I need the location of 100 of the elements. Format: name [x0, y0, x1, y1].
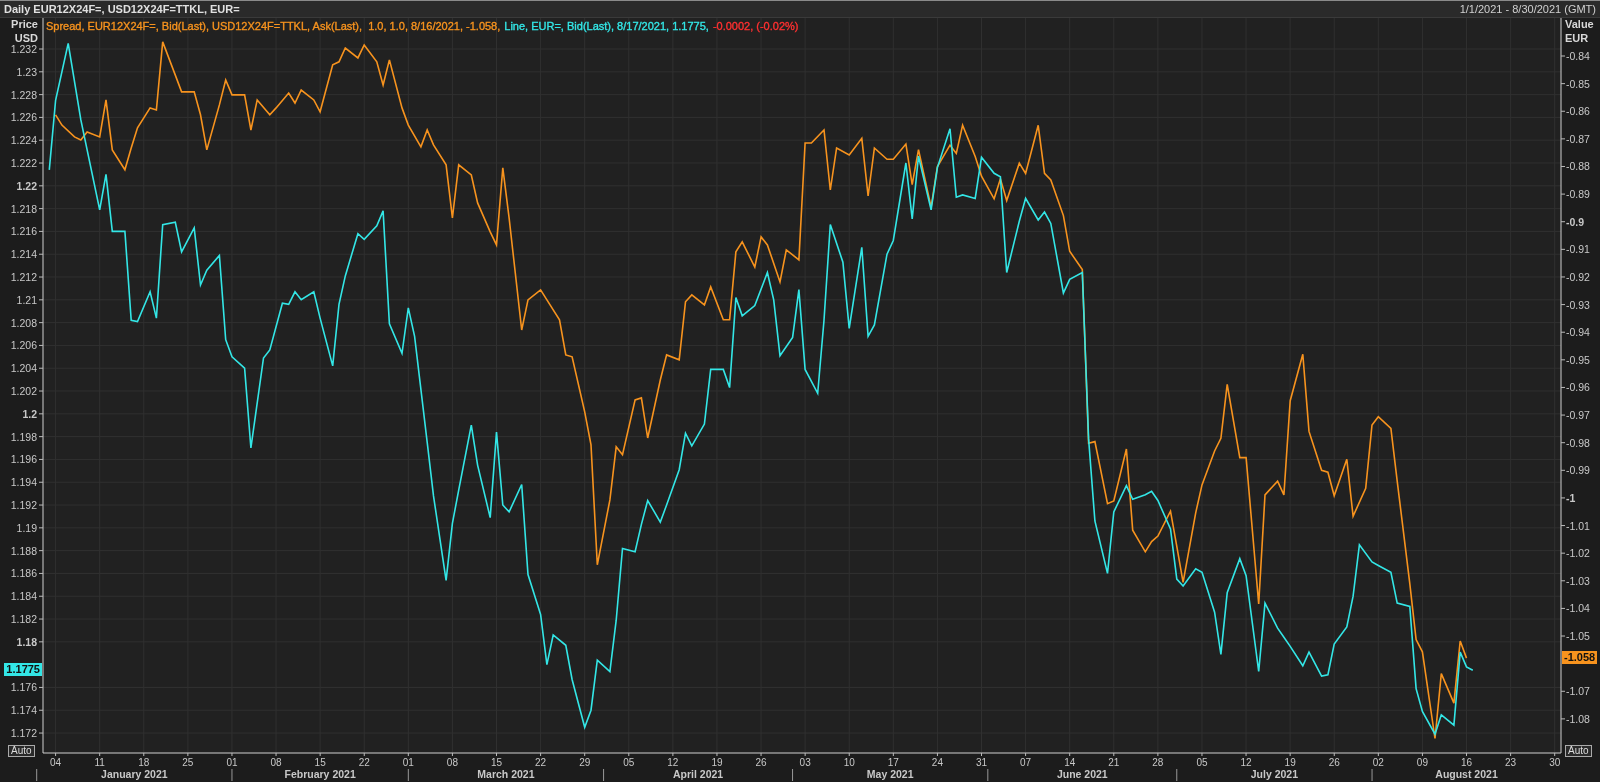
axis-label: 02 — [1372, 757, 1384, 768]
axis-title: Value EUR — [1565, 18, 1594, 44]
axis-label: 08 — [446, 757, 458, 768]
axis-label: 1.202 — [10, 385, 37, 398]
axis-label: 1.198 — [10, 430, 37, 443]
axis-label: 1.196 — [10, 453, 37, 466]
axis-label: 17 — [887, 757, 899, 768]
axis-label: -0.99 — [1566, 464, 1590, 477]
axis-label: 11 — [94, 757, 105, 768]
axis-label: -1.05 — [1566, 630, 1590, 643]
axis-label: 23 — [1505, 757, 1517, 768]
legend-item: Line, EUR=, Bid(Last), 8/17/2021, 1.1775, — [504, 20, 709, 32]
current-value-badge: 1.1775 — [4, 663, 42, 677]
axis-label: -0.92 — [1566, 270, 1590, 283]
axis-label: -0.95 — [1566, 353, 1590, 366]
axis-label: August 2021 — [1435, 768, 1498, 780]
axis-label: 1.212 — [10, 271, 37, 283]
axis-label: 1.21 — [16, 293, 37, 306]
legend-item: -0.0002, (-0.02%) — [712, 20, 799, 32]
auto-scale-button[interactable]: Auto — [8, 745, 35, 757]
axis-label: -0.91 — [1566, 243, 1590, 256]
axis-label: -1.03 — [1566, 574, 1590, 587]
axis-label: -0.9 — [1566, 215, 1585, 228]
axis-label: 1.2 — [22, 407, 37, 420]
axis-label: April 2021 — [672, 768, 724, 780]
axis-label: 07 — [1020, 757, 1032, 768]
date-range: 1/1/2021 - 8/30/2021 (GMT) — [1459, 3, 1596, 15]
axis-label: -1.07 — [1566, 685, 1590, 698]
axis-label: -0.86 — [1566, 105, 1590, 118]
axis-label: -0.98 — [1566, 436, 1590, 449]
axis-label: -1 — [1566, 491, 1576, 504]
axis-label: 15 — [490, 757, 503, 768]
axis-label: June 2021 — [1056, 768, 1108, 780]
axis-label: 24 — [931, 757, 943, 768]
axis-label: 31 — [975, 757, 988, 768]
axis-label: -1.01 — [1566, 519, 1590, 532]
axis-label: -0.84 — [1566, 50, 1590, 62]
axis-label: 29 — [579, 757, 591, 768]
axis-label: 09 — [1416, 757, 1428, 768]
axis-label: 1.174 — [10, 704, 37, 717]
axis-label: July 2021 — [1250, 768, 1299, 780]
axis-label: -0.96 — [1566, 381, 1590, 394]
axis-label: 04 — [50, 757, 62, 768]
auto-scale-button[interactable]: Auto — [1565, 745, 1592, 757]
legend-item: Spread, EUR12X24F=, Bid(Last), USD12X24F=TTKL, Ask(Last), 1.0, 1.0, 8/16/2021, -1.058, — [46, 20, 501, 32]
axis-label: -0.89 — [1566, 188, 1590, 201]
axis-label: 1.19 — [16, 521, 37, 534]
axis-label: -0.85 — [1566, 77, 1590, 90]
axis-label: 05 — [623, 757, 635, 768]
axis-label: 1.232 — [10, 43, 37, 55]
axis-label: 1.182 — [10, 613, 37, 626]
axis-label: 26 — [755, 757, 767, 768]
axis-label: 10 — [843, 757, 855, 768]
axis-label: 26 — [1328, 757, 1340, 768]
axis-label: 1.186 — [10, 567, 37, 580]
axis-label: 03 — [799, 757, 811, 768]
axis-label: 1.172 — [10, 727, 37, 740]
axis-label: 08 — [270, 757, 282, 768]
axis-label: -0.97 — [1566, 409, 1590, 422]
axis-label: 1.204 — [10, 362, 37, 375]
axis-label: -1.02 — [1566, 547, 1590, 560]
axis-label: 25 — [182, 757, 194, 768]
axis-label: 1.214 — [10, 248, 37, 261]
axis-label: 1.228 — [10, 88, 37, 101]
axis-label: 1.222 — [10, 157, 37, 169]
axis-label: 12 — [1240, 757, 1252, 768]
chart-title: Daily EUR12X24F=, USD12X24F=TTKL, EUR= — [4, 3, 240, 15]
axis-label: 1.206 — [10, 339, 37, 352]
axis-label: -0.87 — [1566, 132, 1590, 145]
axis-label: 01 — [226, 757, 238, 768]
axis-label: 1.216 — [10, 225, 37, 238]
axis-title: Price USD — [11, 18, 38, 44]
axis-label: 22 — [535, 757, 547, 768]
axis-label: March 2021 — [477, 768, 535, 780]
axis-label: 28 — [1152, 757, 1164, 768]
current-value-badge: -1.058 — [1562, 651, 1598, 665]
axis-label: May 2021 — [866, 768, 914, 780]
axis-label: 16 — [1460, 757, 1473, 768]
axis-label: 14 — [1064, 757, 1076, 768]
axis-label: 1.208 — [10, 316, 37, 329]
axis-label: 1.226 — [10, 111, 37, 124]
axis-label: 1.218 — [10, 202, 37, 215]
axis-label: 30 — [1549, 757, 1561, 768]
axis-label: 1.23 — [16, 65, 37, 78]
axis-label: 19 — [1284, 757, 1296, 768]
axis-label: -0.93 — [1566, 298, 1590, 311]
axis-label: 1.18 — [16, 635, 37, 648]
axis-label: 1.192 — [10, 499, 37, 512]
axis-label: 21 — [1108, 757, 1120, 768]
axis-label: January 2021 — [101, 768, 168, 780]
axis-label: 22 — [358, 757, 370, 768]
axis-label: February 2021 — [284, 768, 356, 780]
axis-label: 1.224 — [10, 134, 37, 147]
axis-label: -0.94 — [1566, 326, 1590, 339]
axis-label: 1.22 — [16, 179, 37, 192]
axis-label: 12 — [667, 757, 679, 768]
axis-label: 05 — [1196, 757, 1208, 768]
axis-label: 01 — [402, 757, 414, 768]
axis-label: -1.04 — [1566, 602, 1590, 615]
axis-label: 18 — [138, 757, 150, 768]
